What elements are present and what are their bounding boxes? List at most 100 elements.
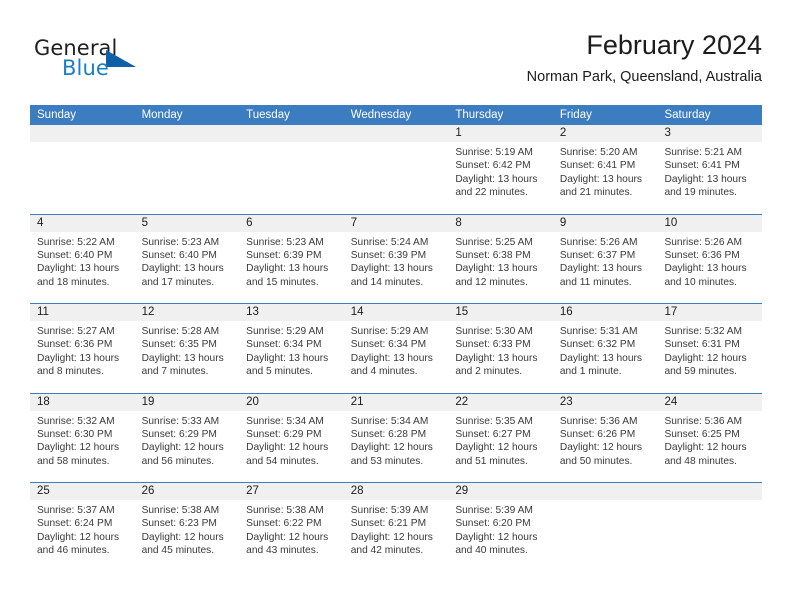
calendar-week-row: 1 Sunrise: 5:19 AM Sunset: 6:42 PM Daylight… — [30, 125, 763, 215]
day-cell-9[interactable]: 9 Sunrise: 5:26 AM Sunset: 6:37 PM Daylight… — [552, 214, 658, 303]
day-cell-18[interactable]: 18 Sunrise: 5:32 AM Sunset: 6:30 PM Dayligh… — [30, 393, 135, 482]
day-cell-2[interactable]: 2 Sunrise: 5:20 AM Sunset: 6:41 PM Daylight… — [552, 125, 658, 214]
weekday-header-saturday: Saturday — [664, 109, 711, 121]
day-detail-line: Sunrise: 5:26 AM — [559, 236, 638, 248]
day-number: 4 — [37, 216, 44, 229]
day-cell-14[interactable]: 14 Sunrise: 5:29 AM Sunset: 6:34 PM Dayligh… — [343, 304, 449, 393]
day-number-band: 7 — [343, 214, 449, 232]
day-number-band — [343, 125, 449, 142]
day-cell-3[interactable]: 3 Sunrise: 5:21 AM Sunset: 6:41 PM Daylight… — [657, 125, 763, 214]
day-detail-line: Sunset: 6:24 PM — [37, 518, 113, 530]
day-number-band: 6 — [239, 214, 344, 232]
day-detail-line: and 43 minutes. — [246, 545, 319, 557]
day-number: 3 — [664, 127, 671, 139]
day-number: 19 — [141, 395, 155, 408]
day-detail-line: Sunrise: 5:36 AM — [664, 415, 743, 427]
day-number-band: 2 — [552, 125, 658, 142]
day-detail-line: Sunrise: 5:23 AM — [246, 236, 324, 248]
day-detail-line: Sunset: 6:32 PM — [559, 339, 636, 351]
day-number: 17 — [664, 306, 678, 318]
day-cell-20[interactable]: 20 Sunrise: 5:34 AM Sunset: 6:29 PM Dayligh… — [239, 393, 344, 482]
day-detail-line: and 8 minutes. — [37, 366, 104, 378]
day-cell-7[interactable]: 7 Sunrise: 5:24 AM Sunset: 6:39 PM Daylight… — [343, 214, 449, 303]
day-details: Sunrise: 5:24 AM Sunset: 6:39 PM Daylight:… — [344, 232, 449, 290]
day-number: 18 — [37, 395, 50, 408]
day-cell-1[interactable]: 1 Sunrise: 5:19 AM Sunset: 6:42 PM Daylight… — [448, 125, 553, 214]
title-block: February 2024 Norman Park, Queensland, A… — [527, 28, 762, 88]
day-detail-line: Sunset: 6:25 PM — [664, 428, 740, 440]
day-number-band: 20 — [239, 393, 344, 411]
day-detail-line: and 17 minutes. — [141, 276, 215, 288]
day-number-band: 14 — [343, 304, 449, 321]
day-cell-10[interactable]: 10 Sunrise: 5:26 AM Sunset: 6:36 PM Dayligh… — [657, 214, 763, 303]
day-details — [135, 142, 240, 146]
day-details: Sunrise: 5:28 AM Sunset: 6:35 PM Daylight:… — [135, 321, 240, 379]
day-detail-line: Sunset: 6:26 PM — [559, 428, 636, 440]
day-detail-line: Sunset: 6:20 PM — [455, 518, 531, 530]
day-cell-13[interactable]: 13 Sunrise: 5:29 AM Sunset: 6:34 PM Dayligh… — [239, 304, 344, 393]
day-details: Sunrise: 5:22 AM Sunset: 6:40 PM Daylight:… — [30, 232, 135, 290]
day-number: 21 — [350, 395, 364, 408]
day-cell-26[interactable]: 26 Sunrise: 5:38 AM Sunset: 6:23 PM Dayligh… — [134, 483, 240, 573]
day-number-band — [30, 125, 135, 142]
day-detail-line: Sunset: 6:27 PM — [455, 428, 531, 440]
day-details — [657, 500, 762, 504]
day-detail-line: and 4 minutes. — [350, 366, 418, 378]
day-detail-line: Daylight: 13 hours — [559, 352, 643, 364]
day-detail-line: Daylight: 13 hours — [350, 352, 433, 364]
day-detail-line: and 42 minutes. — [350, 545, 424, 557]
day-detail-line: Sunrise: 5:37 AM — [37, 505, 115, 516]
day-detail-line: Sunset: 6:38 PM — [455, 249, 531, 261]
calendar-grid: Sunday Monday Tuesday Wednesday Thursday Frid… — [30, 105, 763, 573]
day-cell-4[interactable]: 4 Sunrise: 5:22 AM Sunset: 6:40 PM Daylight… — [30, 214, 135, 303]
day-details: Sunrise: 5:19 AM Sunset: 6:42 PM Daylight:… — [448, 142, 553, 200]
day-cell-24[interactable]: 24 Sunrise: 5:36 AM Sunset: 6:25 PM Dayligh… — [657, 393, 763, 482]
weekday-header-friday: Friday — [559, 109, 592, 121]
day-detail-line: Sunset: 6:39 PM — [246, 249, 322, 261]
day-detail-line: and 7 minutes. — [141, 366, 209, 378]
day-cell-29[interactable]: 29 Sunrise: 5:39 AM Sunset: 6:20 PM Dayligh… — [448, 483, 553, 573]
day-detail-line: Sunrise: 5:19 AM — [455, 147, 533, 158]
day-cell-23[interactable]: 23 Sunrise: 5:36 AM Sunset: 6:26 PM Dayligh… — [552, 393, 658, 482]
day-number: 29 — [455, 485, 469, 497]
day-detail-line: Daylight: 12 hours — [455, 442, 538, 454]
day-cell-22[interactable]: 22 Sunrise: 5:35 AM Sunset: 6:27 PM Dayligh… — [448, 393, 553, 482]
day-detail-line: and 40 minutes. — [455, 545, 528, 557]
day-cell-27[interactable]: 27 Sunrise: 5:38 AM Sunset: 6:22 PM Dayligh… — [239, 483, 344, 573]
day-number-band: 15 — [448, 304, 553, 321]
day-detail-line: Daylight: 13 hours — [455, 263, 538, 275]
day-cell-15[interactable]: 15 Sunrise: 5:30 AM Sunset: 6:33 PM Dayligh… — [448, 304, 553, 393]
day-detail-line: and 14 minutes. — [350, 276, 424, 288]
day-detail-line: Daylight: 12 hours — [37, 442, 120, 454]
day-detail-line: and 21 minutes. — [559, 187, 633, 199]
day-details: Sunrise: 5:26 AM Sunset: 6:36 PM Daylight:… — [657, 232, 762, 290]
day-details: Sunrise: 5:35 AM Sunset: 6:27 PM Daylight:… — [448, 411, 553, 469]
day-cell-empty — [552, 483, 658, 573]
day-detail-line: Sunset: 6:36 PM — [37, 339, 113, 351]
day-number-band — [134, 125, 240, 142]
day-detail-line: and 10 minutes. — [664, 276, 737, 288]
day-cell-5[interactable]: 5 Sunrise: 5:23 AM Sunset: 6:40 PM Daylight… — [134, 214, 240, 303]
day-cell-16[interactable]: 16 Sunrise: 5:31 AM Sunset: 6:32 PM Dayligh… — [552, 304, 658, 393]
day-cell-25[interactable]: 25 Sunrise: 5:37 AM Sunset: 6:24 PM Dayligh… — [30, 483, 135, 573]
day-number-band: 28 — [343, 483, 449, 500]
day-cell-6[interactable]: 6 Sunrise: 5:23 AM Sunset: 6:39 PM Daylight… — [239, 214, 344, 303]
day-details: Sunrise: 5:38 AM Sunset: 6:22 PM Daylight:… — [239, 500, 344, 558]
day-cell-11[interactable]: 11 Sunrise: 5:27 AM Sunset: 6:36 PM Dayligh… — [30, 304, 135, 393]
day-number-band: 29 — [448, 483, 553, 500]
day-cell-28[interactable]: 28 Sunrise: 5:39 AM Sunset: 6:21 PM Dayligh… — [343, 483, 449, 573]
day-details: Sunrise: 5:32 AM Sunset: 6:30 PM Daylight:… — [30, 411, 135, 469]
day-detail-line: Daylight: 13 hours — [455, 352, 538, 364]
day-detail-line: Sunset: 6:33 PM — [455, 339, 531, 351]
day-number-band: 10 — [657, 214, 763, 232]
day-cell-17[interactable]: 17 Sunrise: 5:32 AM Sunset: 6:31 PM Dayligh… — [657, 304, 763, 393]
day-number-band — [552, 483, 658, 500]
day-details: Sunrise: 5:39 AM Sunset: 6:20 PM Daylight:… — [448, 500, 553, 558]
triangle-logo-icon — [106, 50, 136, 67]
brand-logo[interactable]: General Blue — [30, 36, 230, 88]
day-cell-8[interactable]: 8 Sunrise: 5:25 AM Sunset: 6:38 PM Daylight… — [448, 214, 553, 303]
day-cell-12[interactable]: 12 Sunrise: 5:28 AM Sunset: 6:35 PM Dayligh… — [134, 304, 240, 393]
day-cell-19[interactable]: 19 Sunrise: 5:33 AM Sunset: 6:29 PM Dayligh… — [134, 393, 240, 482]
day-cell-21[interactable]: 21 Sunrise: 5:34 AM Sunset: 6:28 PM Dayligh… — [343, 393, 449, 482]
weekday-header-wednesday: Wednesday — [350, 109, 412, 121]
